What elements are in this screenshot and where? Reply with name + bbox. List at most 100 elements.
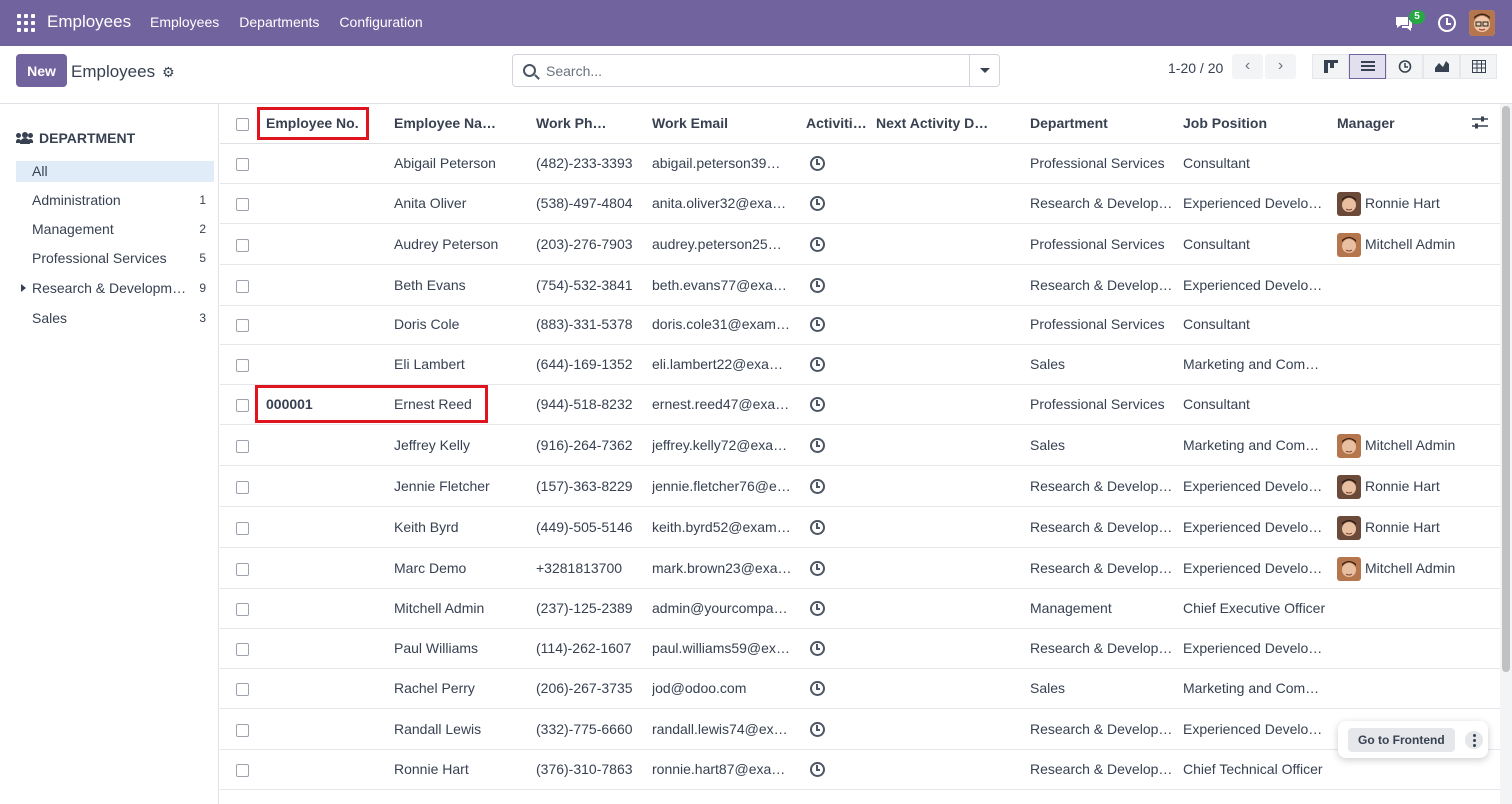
breadcrumb-title: Employees [71, 62, 156, 81]
user-avatar[interactable] [1469, 10, 1495, 36]
gear-icon[interactable]: ⚙ [162, 64, 175, 81]
activity-clock-icon[interactable] [810, 156, 825, 171]
table-row[interactable]: Rachel Perry (206)-267-3735 jod@odoo.com Sa… [220, 669, 1500, 709]
sidebar-item-professional-services[interactable]: Professional Services 5 [16, 248, 214, 269]
search-input[interactable] [546, 60, 966, 82]
table-row[interactable]: Randall Lewis (332)-775-6660 randall.lewis… [220, 710, 1500, 750]
activity-clock-icon[interactable] [810, 438, 825, 453]
col-work-phone[interactable]: Work Phone [536, 115, 614, 131]
table-row[interactable]: Keith Byrd (449)-505-5146 keith.byrd52@exa… [220, 508, 1500, 548]
kebab-menu-icon[interactable] [1465, 731, 1483, 749]
row-checkbox[interactable] [236, 522, 249, 535]
activity-clock-icon[interactable] [810, 357, 825, 372]
pager-value[interactable]: 1-20 / 20 [1168, 60, 1223, 76]
pivot-view-button[interactable] [1460, 54, 1497, 79]
app-brand[interactable]: Employees [47, 12, 131, 32]
activity-clock-icon[interactable] [810, 641, 825, 656]
table-row[interactable]: Abigail Peterson (482)-233-3393 abigail.pe… [220, 144, 1500, 184]
table-scrollbar[interactable] [1500, 104, 1512, 804]
row-checkbox[interactable] [236, 643, 249, 656]
activity-clock-icon[interactable] [810, 196, 825, 211]
table-row[interactable]: Ronnie Hart (376)-310-7863 ronnie.hart87@e… [220, 750, 1500, 790]
table-row[interactable]: Eli Lambert (644)-169-1352 eli.lambert22@e… [220, 345, 1500, 385]
col-manager[interactable]: Manager [1337, 115, 1437, 131]
activity-clock-icon[interactable] [810, 681, 825, 696]
sidebar-item-sales[interactable]: Sales 3 [16, 308, 214, 329]
sidebar-item-management[interactable]: Management 2 [16, 219, 214, 240]
scrollbar-thumb[interactable] [1502, 106, 1510, 672]
sidebar-item-research-development[interactable]: Research & Development 9 [16, 278, 214, 299]
table-row[interactable]: Anita Oliver (538)-497-4804 anita.oliver32… [220, 184, 1500, 224]
activity-clock-icon[interactable] [810, 397, 825, 412]
table-row[interactable]: Beth Evans (754)-532-3841 beth.evans77@exa… [220, 266, 1500, 306]
kanban-view-button[interactable] [1312, 54, 1349, 79]
list-view-button[interactable] [1349, 54, 1386, 79]
nav-item-departments[interactable]: Departments [239, 14, 319, 30]
row-checkbox[interactable] [236, 280, 249, 293]
table-row[interactable]: Paul Williams (114)-262-1607 paul.williams… [220, 629, 1500, 669]
activity-clock-icon[interactable] [1438, 14, 1456, 32]
activity-clock-icon[interactable] [810, 317, 825, 332]
activity-view-button[interactable] [1386, 54, 1423, 79]
cell-employee-name: Mitchell Admin [394, 600, 485, 616]
nav-item-employees[interactable]: Employees [150, 14, 219, 30]
select-all-checkbox[interactable] [236, 118, 249, 131]
cell-employee-name: Jeffrey Kelly [394, 437, 470, 453]
table-row[interactable]: Jeffrey Kelly (916)-264-7362 jeffrey.kelly… [220, 426, 1500, 466]
table-row[interactable]: Marc Demo +3281813700 mark.brown23@example… [220, 549, 1500, 589]
search-options-toggle[interactable] [969, 55, 999, 86]
col-employee-name[interactable]: Employee Name [394, 115, 498, 131]
col-department[interactable]: Department [1030, 115, 1160, 131]
col-job-position[interactable]: Job Position [1183, 115, 1313, 131]
sidebar-item-all[interactable]: All [16, 161, 214, 182]
row-checkbox[interactable] [236, 198, 249, 211]
chat-badge: 5 [1409, 10, 1425, 24]
cell-work-phone: (916)-264-7362 [536, 437, 633, 453]
row-checkbox[interactable] [236, 359, 249, 372]
row-checkbox[interactable] [236, 319, 249, 332]
cell-job-position: Experienced Developer [1183, 277, 1326, 293]
caret-right-icon[interactable] [21, 284, 26, 292]
activity-clock-icon[interactable] [810, 520, 825, 535]
apps-menu-icon[interactable] [17, 14, 35, 32]
row-checkbox[interactable] [236, 724, 249, 737]
cell-work-email: paul.williams59@example.com [652, 640, 794, 656]
activity-clock-icon[interactable] [810, 762, 825, 777]
activity-clock-icon[interactable] [810, 722, 825, 737]
sidebar-item-administration[interactable]: Administration 1 [16, 190, 214, 211]
table-row[interactable]: Jennie Fletcher (157)-363-8229 jennie.flet… [220, 467, 1500, 507]
col-work-email[interactable]: Work Email [652, 115, 782, 131]
nav-item-configuration[interactable]: Configuration [339, 14, 422, 30]
pager-previous-button[interactable]: ‹ [1232, 54, 1263, 79]
row-checkbox[interactable] [236, 481, 249, 494]
table-row[interactable]: Mitchell Admin (237)-125-2389 admin@yourco… [220, 589, 1500, 629]
table-row[interactable]: Audrey Peterson (203)-276-7903 audrey.pete… [220, 225, 1500, 265]
cell-manager: Mitchell Admin [1365, 236, 1456, 252]
cell-department: Professional Services [1030, 236, 1165, 252]
row-checkbox[interactable] [236, 440, 249, 453]
col-next-activity-deadline[interactable]: Next Activity Deadline [876, 115, 990, 131]
cell-work-email: audrey.peterson25@example.com [652, 236, 794, 252]
pager-next-button[interactable]: › [1265, 54, 1296, 79]
row-checkbox[interactable] [236, 399, 249, 412]
go-to-frontend-button[interactable]: Go to Frontend [1348, 728, 1455, 752]
activity-clock-icon[interactable] [810, 278, 825, 293]
cell-employee-name: Marc Demo [394, 560, 467, 576]
activity-clock-icon[interactable] [810, 601, 825, 616]
table-row[interactable]: Doris Cole (883)-331-5378 doris.cole31@exa… [220, 305, 1500, 345]
activity-clock-icon[interactable] [810, 237, 825, 252]
row-checkbox[interactable] [236, 603, 249, 616]
activity-clock-icon[interactable] [810, 561, 825, 576]
activity-clock-icon[interactable] [810, 479, 825, 494]
row-checkbox[interactable] [236, 764, 249, 777]
new-button[interactable]: New [16, 54, 67, 87]
row-checkbox[interactable] [236, 239, 249, 252]
graph-view-button[interactable] [1423, 54, 1460, 79]
row-checkbox[interactable] [236, 158, 249, 171]
cell-work-phone: (114)-262-1607 [536, 640, 632, 656]
row-checkbox[interactable] [236, 683, 249, 696]
cell-manager: Ronnie Hart [1365, 195, 1440, 211]
row-checkbox[interactable] [236, 563, 249, 576]
col-activities[interactable]: Activities [806, 115, 868, 131]
column-settings-icon[interactable] [1472, 116, 1488, 130]
